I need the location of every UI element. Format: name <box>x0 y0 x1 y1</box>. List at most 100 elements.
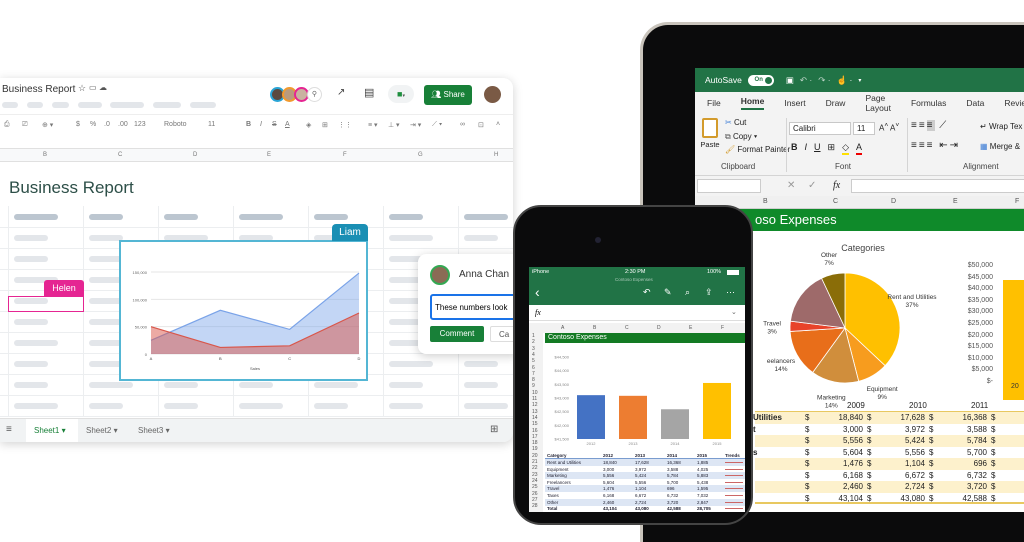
zoom-icon[interactable]: ⊕ ▾ <box>42 121 53 129</box>
print-icon[interactable]: ⎙ <box>4 121 10 129</box>
area-chart[interactable]: 0 50,000 100,000 150,000 A B C D Sales <box>119 240 368 381</box>
save-icon[interactable]: ▣ <box>786 75 794 86</box>
font-size-select[interactable]: 11 <box>208 121 215 128</box>
bold-button[interactable]: B <box>791 142 798 155</box>
borders-icon[interactable]: ⊞ <box>828 142 836 155</box>
row-number[interactable]: 14 <box>532 415 538 421</box>
row-number[interactable]: 12 <box>532 402 538 408</box>
menu-review[interactable]: Revie <box>1004 98 1024 108</box>
table-row[interactable]: $6,168 $6,672 $6,732 $ <box>755 470 1024 482</box>
row-number[interactable]: 26 <box>532 491 538 497</box>
font-size-select[interactable]: 11 <box>853 122 875 135</box>
underline-button[interactable]: U <box>814 142 821 155</box>
account-avatar[interactable] <box>484 86 501 103</box>
cancel-icon[interactable]: ✕ <box>787 180 795 191</box>
mobile-formula-bar[interactable]: fx ⌄ <box>529 305 745 321</box>
row-number[interactable]: 18 <box>532 440 538 446</box>
font-name-select[interactable]: Calibri <box>789 122 851 135</box>
merge-button[interactable]: ▦ Merge & <box>980 142 1020 151</box>
cloud-icon[interactable]: ☁ <box>99 83 107 92</box>
folder-icon[interactable]: ▭ <box>89 83 97 92</box>
valign-icon[interactable]: ⊥ ▾ <box>388 121 400 129</box>
row-number[interactable]: 25 <box>532 484 538 490</box>
back-button[interactable]: ‹ <box>535 284 540 300</box>
paste-button[interactable]: Paste <box>699 118 721 158</box>
percent-button[interactable]: % <box>90 121 96 128</box>
bold-button[interactable]: B <box>246 121 251 128</box>
comments-icon[interactable]: ▤ <box>364 86 374 99</box>
fill-color-icon[interactable]: ◇ <box>842 142 849 155</box>
fx-icon[interactable]: fx <box>833 180 840 191</box>
font-color-icon[interactable]: A <box>855 142 862 155</box>
row-number[interactable]: 22 <box>532 465 538 471</box>
borders-icon[interactable]: ⊞ <box>322 121 328 129</box>
all-sheets-icon[interactable]: ≡ <box>6 424 12 435</box>
menu-draw[interactable]: Draw <box>826 98 846 108</box>
row-number[interactable]: 17 <box>532 434 538 440</box>
wrap-text-button[interactable]: ↵ Wrap Tex <box>980 122 1022 131</box>
table-row[interactable]: s $5,604 $5,556 $5,700 $ <box>753 447 1024 459</box>
activity-icon[interactable]: ↗ <box>337 87 345 98</box>
row-number[interactable]: 16 <box>532 428 538 434</box>
grow-font-icon[interactable]: A˄ A˅ <box>879 122 899 133</box>
undo-icon[interactable]: ↶ · <box>800 75 812 86</box>
column-header[interactable]: D <box>657 325 661 331</box>
column-header[interactable]: G <box>418 152 423 158</box>
row-number[interactable]: 15 <box>532 421 538 427</box>
draw-icon[interactable]: ✎ <box>664 287 672 298</box>
merge-icon[interactable]: ⋮⋮ <box>338 121 352 129</box>
menu-home[interactable]: Home <box>740 96 765 110</box>
align-horizontal-icons[interactable]: ≡≡≡ ⇤⇥ <box>911 140 960 151</box>
increase-decimal-button[interactable]: .00 <box>118 121 128 128</box>
italic-button[interactable]: I <box>805 142 808 155</box>
wrap-icon[interactable]: ⇥ ▾ <box>410 121 421 129</box>
decrease-decimal-button[interactable]: .0 <box>104 121 110 128</box>
row-number[interactable]: 2 <box>532 339 535 345</box>
column-header[interactable]: E <box>267 152 271 158</box>
strikethrough-button[interactable]: S <box>272 121 277 128</box>
column-header[interactable]: D <box>193 152 197 158</box>
format-painter-button[interactable]: 🖌 Format Painter <box>725 145 790 154</box>
mobile-sheet-title[interactable]: Contoso Expenses <box>545 333 745 343</box>
table-row[interactable]: Utilities $18,840 $17,628 $16,368 $ <box>753 412 1024 424</box>
name-box[interactable] <box>697 179 761 193</box>
collapse-toolbar-icon[interactable]: ˄ <box>496 121 500 128</box>
column-header[interactable]: F <box>343 152 347 158</box>
column-header[interactable]: B <box>593 325 596 331</box>
insert-comment-icon[interactable]: ⊡ <box>478 121 484 129</box>
fill-color-icon[interactable]: ◈ <box>306 121 311 129</box>
search-icon[interactable]: ⌕ <box>685 287 690 298</box>
row-number[interactable]: 24 <box>532 478 538 484</box>
rotate-icon[interactable]: ⟋ ▾ <box>432 121 442 129</box>
row-number[interactable]: 9 <box>532 383 535 389</box>
column-header[interactable]: C <box>833 198 838 205</box>
row-number[interactable]: 4 <box>532 352 535 358</box>
row-number[interactable]: 13 <box>532 409 538 415</box>
text-color-button[interactable]: A <box>285 121 290 128</box>
sheet-heading[interactable]: Business Report <box>9 178 134 198</box>
explore-icon[interactable]: ⊞ <box>490 424 498 435</box>
row-number[interactable]: 27 <box>532 497 538 503</box>
table-row[interactable]: $43,104 $43,080 $42,588 $ <box>755 493 1024 504</box>
table-row[interactable]: $1,476 $1,104 $696 $ <box>755 458 1024 470</box>
column-header[interactable]: F <box>1015 198 1019 205</box>
column-header[interactable]: F <box>721 325 724 331</box>
star-icon[interactable]: ☆ <box>78 83 86 94</box>
column-header[interactable]: B <box>763 198 768 205</box>
align-icon[interactable]: ≡ ▾ <box>368 121 378 129</box>
table-row[interactable]: $2,460 $2,724 $3,720 $ <box>755 481 1024 493</box>
menu-formulas[interactable]: Formulas <box>911 98 946 108</box>
row-number[interactable]: 19 <box>532 446 538 452</box>
cut-button[interactable]: ✂ Cut <box>725 118 746 127</box>
formula-input[interactable] <box>851 179 1024 193</box>
customize-icon[interactable]: ▾ <box>858 77 861 84</box>
table-row[interactable]: $5,556 $5,424 $5,784 $ <box>755 435 1024 447</box>
column-header[interactable]: A <box>561 325 564 331</box>
paint-format-icon[interactable]: ⎚ <box>22 121 28 129</box>
column-header[interactable]: D <box>891 198 896 205</box>
share-icon[interactable]: ⇪ <box>705 287 713 298</box>
expand-icon[interactable]: ⌄ <box>731 308 737 316</box>
undo-icon[interactable]: ↶ <box>643 287 651 298</box>
tab-sheet2[interactable]: Sheet2 ▾ <box>78 419 130 442</box>
row-number[interactable]: 3 <box>532 346 535 352</box>
